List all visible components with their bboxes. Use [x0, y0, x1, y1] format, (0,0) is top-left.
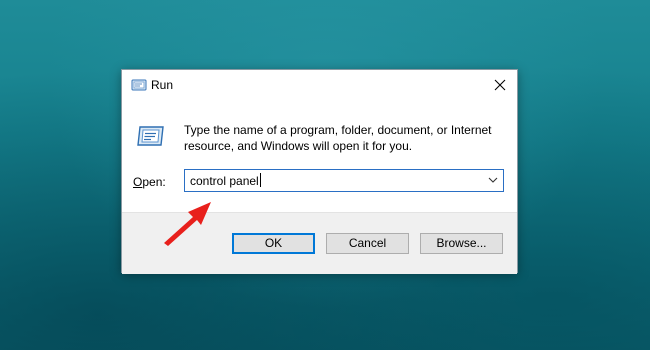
- instruction-text: Type the name of a program, folder, docu…: [184, 122, 504, 154]
- dropdown-button[interactable]: [483, 170, 503, 191]
- instruction-line-1: Type the name of a program, folder, docu…: [184, 123, 492, 137]
- chevron-down-icon: [488, 177, 498, 183]
- open-label: Open:: [133, 175, 166, 189]
- red-arrow-icon: [164, 202, 211, 246]
- open-label-mnemonic: O: [133, 175, 143, 189]
- text-caret: [259, 173, 261, 187]
- open-combobox[interactable]: control panel: [184, 169, 504, 192]
- open-label-rest: pen:: [142, 175, 166, 189]
- instruction-line-2: resource, and Windows will open it for y…: [184, 139, 413, 153]
- browse-button[interactable]: Browse...: [420, 233, 503, 254]
- close-button[interactable]: [483, 70, 517, 101]
- close-icon: [494, 79, 506, 91]
- run-icon: [131, 79, 147, 91]
- ok-button[interactable]: OK: [232, 233, 315, 254]
- open-input-value: control panel: [190, 174, 259, 188]
- dialog-title: Run: [151, 78, 174, 92]
- run-icon: [137, 126, 164, 146]
- cancel-button[interactable]: Cancel: [326, 233, 409, 254]
- open-input[interactable]: control panel: [190, 173, 261, 188]
- title-bar[interactable]: Run: [122, 70, 517, 101]
